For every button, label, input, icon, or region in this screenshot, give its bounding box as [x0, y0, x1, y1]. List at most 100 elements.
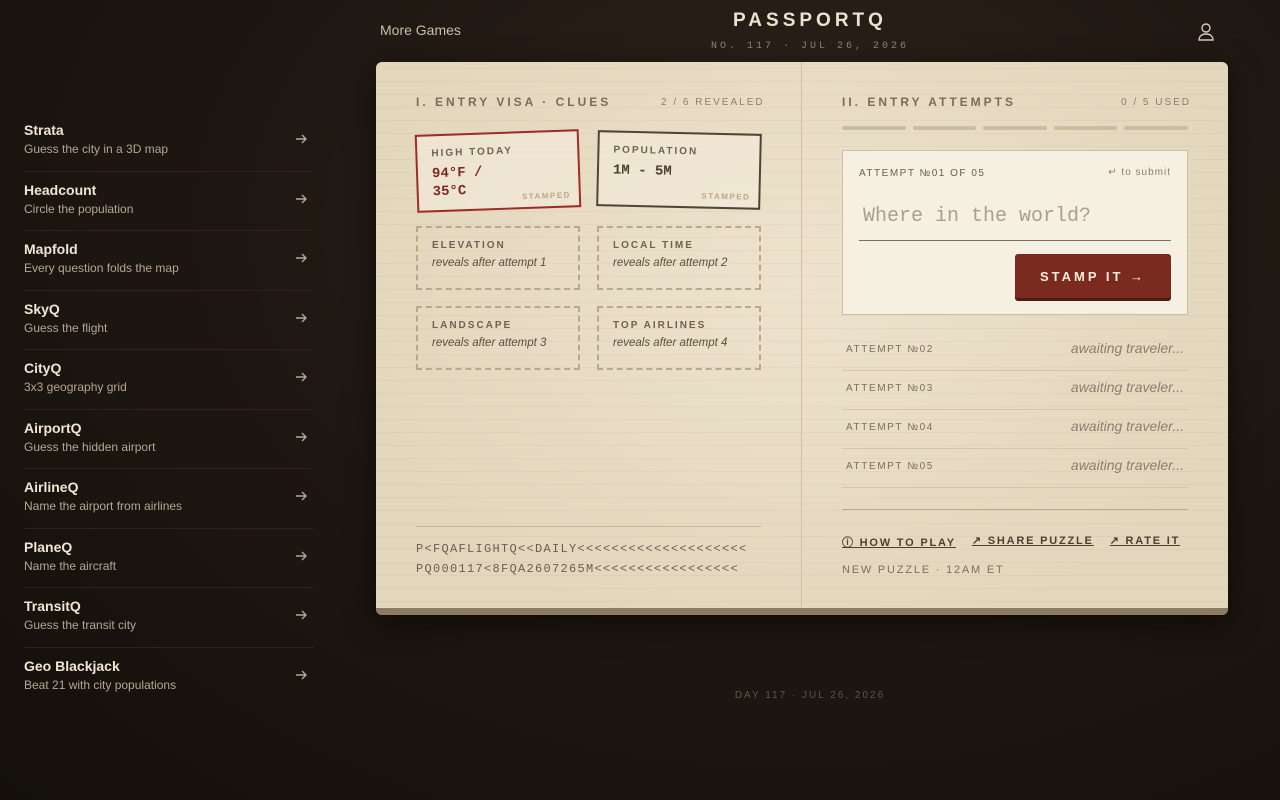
sidebar-item-strata[interactable]: Strata Guess the city in a 3D map	[24, 112, 314, 172]
share-puzzle-link[interactable]: ↗ SHARE PUZZLE	[972, 534, 1094, 550]
clue-card-population: POPULATION 1M - 5M STAMPED	[596, 130, 762, 210]
passport-panel: I. ENTRY VISA · CLUES 2 / 6 REVEALED HIG…	[376, 62, 1228, 615]
clue-reveal-note: reveals after attempt 3	[432, 337, 547, 349]
sidebar-item-desc: Name the airport from airlines	[24, 499, 183, 513]
current-attempt-label: ATTEMPT №01 OF 05	[859, 168, 986, 179]
attempt-row: ATTEMPT №04 awaiting traveler...	[842, 410, 1188, 449]
clue-card-elevation: ELEVATION reveals after attempt 1	[416, 226, 580, 290]
clue-reveal-note: reveals after attempt 2	[613, 257, 728, 269]
clue-card-landscape: LANDSCAPE reveals after attempt 3	[416, 306, 580, 370]
arrow-right-icon	[296, 372, 307, 382]
sidebar-item-desc: Guess the flight	[24, 320, 108, 335]
arrow-right-icon	[296, 313, 307, 322]
clue-reveal-note: reveals after attempt 1	[432, 257, 547, 269]
attempt-slot	[1124, 126, 1188, 130]
clue-card-high-today: HIGH TODAY 94°F /35°C STAMPED	[414, 129, 582, 213]
attempt-label: ATTEMPT №03	[846, 383, 934, 394]
clue-reveal-note: reveals after attempt 4	[613, 337, 728, 349]
clue-label: HIGH TODAY	[431, 145, 514, 160]
visa-section-title: I. ENTRY VISA · CLUES	[416, 95, 612, 109]
sidebar-item-cityq[interactable]: CityQ 3x3 geography grid	[24, 350, 314, 410]
attempt-status: awaiting traveler...	[1070, 340, 1184, 356]
submit-hint: ↵ to submit	[1108, 167, 1171, 178]
sidebar-item-name: Strata	[24, 122, 64, 138]
attempt-label: ATTEMPT №02	[846, 344, 934, 355]
stamped-tag: STAMPED	[701, 191, 751, 202]
attempts-progress	[842, 126, 1188, 130]
sidebar-item-name: Mapfold	[24, 241, 78, 257]
stamped-tag: STAMPED	[521, 190, 572, 202]
attempts-footer-divider	[842, 509, 1188, 510]
sidebar-item-desc: Circle the population	[24, 201, 134, 216]
arrow-right-icon	[296, 253, 307, 263]
attempt-slot	[983, 126, 1047, 130]
attempt-row: ATTEMPT №02 awaiting traveler...	[842, 332, 1188, 371]
sidebar-item-planeq[interactable]: PlaneQ Name the aircraft	[24, 529, 314, 588]
clue-card-local-time: LOCAL TIME reveals after attempt 2	[597, 226, 761, 290]
clue-label: LANDSCAPE	[432, 320, 513, 331]
attempt-slot	[1053, 126, 1118, 130]
sidebar-item-headcount[interactable]: Headcount Circle the population	[24, 172, 314, 231]
clues-revealed-count: 2 / 6 REVEALED	[661, 97, 765, 108]
clue-label: LOCAL TIME	[613, 240, 694, 251]
clue-label: TOP AIRLINES	[613, 320, 707, 331]
games-sidebar: Strata Guess the city in a 3D map Headco…	[24, 112, 314, 707]
passport-links: ⓘ HOW TO PLAY ↗ SHARE PUZZLE ↗ RATE IT	[842, 534, 1180, 550]
how-to-play-link[interactable]: ⓘ HOW TO PLAY	[842, 534, 956, 550]
attempt-slot	[842, 126, 906, 130]
sidebar-item-name: Headcount	[24, 181, 97, 198]
sidebar-item-name: Geo Blackjack	[24, 657, 120, 674]
attempt-status: awaiting traveler...	[1070, 457, 1184, 473]
sidebar-item-skyq[interactable]: SkyQ Guess the flight	[24, 291, 314, 350]
sidebar-item-transitq[interactable]: TransitQ Guess the transit city	[24, 588, 314, 648]
sidebar-item-desc: Guess the city in a 3D map	[24, 142, 169, 156]
attempt-slot	[912, 126, 977, 130]
attempt-status: awaiting traveler...	[1070, 418, 1184, 434]
attempt-label: ATTEMPT №04	[846, 422, 934, 433]
mrz-divider	[416, 526, 761, 527]
clue-label: POPULATION	[613, 144, 699, 158]
attempt-row: ATTEMPT №05 awaiting traveler...	[842, 449, 1188, 488]
sidebar-item-name: CityQ	[24, 360, 62, 376]
rate-it-link[interactable]: ↗ RATE IT	[1110, 534, 1180, 550]
sidebar-item-desc: Beat 21 with city populations	[24, 677, 177, 692]
sidebar-item-name: PlaneQ	[24, 538, 73, 555]
sidebar-item-geo-blackjack[interactable]: Geo Blackjack Beat 21 with city populati…	[24, 648, 314, 708]
clue-label: ELEVATION	[432, 240, 506, 251]
attempt-row: ATTEMPT №03 awaiting traveler...	[842, 371, 1188, 410]
arrow-right-icon	[296, 432, 307, 441]
attempts-used-count: 0 / 5 USED	[1121, 97, 1192, 108]
arrow-right-icon	[296, 670, 307, 679]
sidebar-item-name: AirlineQ	[24, 479, 79, 495]
more-games-link[interactable]: More Games	[380, 22, 461, 38]
sidebar-item-desc: Every question folds the map	[24, 261, 179, 275]
arrow-right-icon	[296, 610, 307, 620]
current-attempt-form: ATTEMPT №01 OF 05 ↵ to submit STAMP IT →	[842, 150, 1188, 315]
sidebar-item-desc: Guess the hidden airport	[24, 439, 156, 454]
attempts-section-title: II. ENTRY ATTEMPTS	[842, 95, 1017, 109]
edition-line: NO. 117 · JUL 26, 2026	[710, 41, 910, 52]
arrow-right-icon	[296, 194, 307, 203]
sidebar-item-desc: 3x3 geography grid	[24, 380, 127, 394]
account-button[interactable]	[1194, 20, 1218, 44]
page-title: PASSPORTQ	[733, 10, 887, 31]
stamp-it-button[interactable]: STAMP IT →	[1015, 254, 1171, 298]
arrow-right-icon	[296, 134, 307, 144]
new-puzzle-note: NEW PUZZLE · 12AM ET	[842, 564, 1005, 576]
attempt-status: awaiting traveler...	[1070, 379, 1184, 395]
attempt-label: ATTEMPT №05	[846, 461, 934, 472]
guess-input[interactable]	[859, 193, 1171, 241]
mrz-line-1: P<FQAFLIGHTQ<<DAILY<<<<<<<<<<<<<<<<<<<<	[416, 542, 748, 556]
sidebar-item-name: TransitQ	[24, 598, 81, 614]
sidebar-item-name: SkyQ	[24, 300, 60, 317]
clue-card-top-airlines: TOP AIRLINES reveals after attempt 4	[597, 306, 761, 370]
day-footer: DAY 117 · JUL 26, 2026	[734, 690, 886, 701]
mrz-line-2: PQ000117<8FQA2607265M<<<<<<<<<<<<<<<<<	[416, 562, 740, 576]
arrow-right-icon	[296, 551, 307, 560]
clue-value: 1M - 5M	[612, 162, 672, 180]
sidebar-item-name: AirportQ	[24, 419, 82, 436]
sidebar-item-mapfold[interactable]: Mapfold Every question folds the map	[24, 231, 314, 291]
passport-spine	[801, 62, 802, 608]
sidebar-item-airlineq[interactable]: AirlineQ Name the airport from airlines	[24, 469, 314, 529]
sidebar-item-airportq[interactable]: AirportQ Guess the hidden airport	[24, 410, 314, 469]
